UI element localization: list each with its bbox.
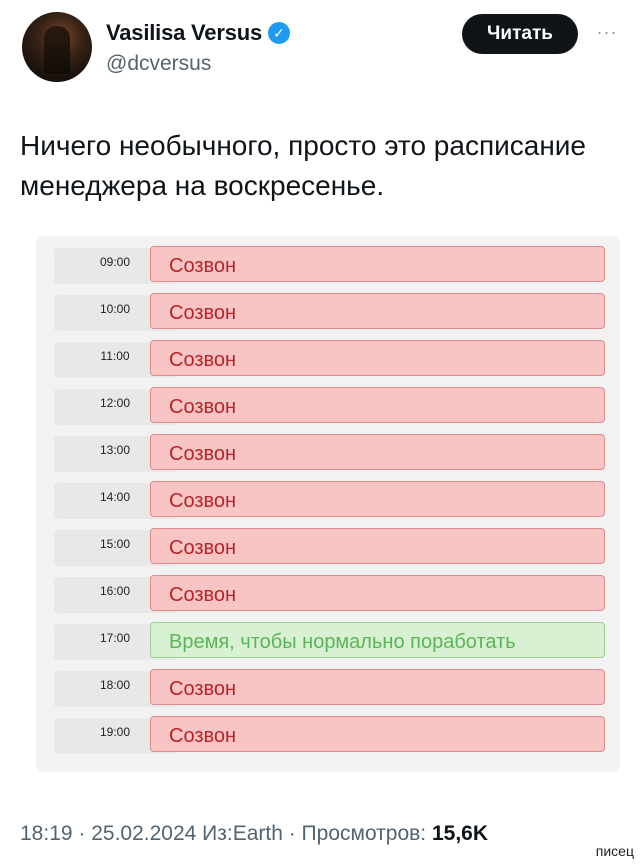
schedule-row: 17:00 Время, чтобы нормально поработать bbox=[36, 622, 620, 662]
schedule-row: 19:00 Созвон bbox=[36, 716, 620, 756]
call-event[interactable]: Созвон bbox=[150, 481, 605, 517]
call-event[interactable]: Созвон bbox=[150, 246, 605, 282]
schedule-row: 12:00 Созвон bbox=[36, 387, 620, 427]
call-event[interactable]: Созвон bbox=[150, 434, 605, 470]
call-event[interactable]: Созвон bbox=[150, 575, 605, 611]
author-name[interactable]: Vasilisa Versus bbox=[106, 20, 262, 46]
schedule-image[interactable]: 09:00 Созвон 10:00 Созвон 11:00 Созвон 12:00 Со… bbox=[36, 236, 620, 772]
work-time-event[interactable]: Время, чтобы нормально поработать bbox=[150, 622, 605, 658]
author-name-row: Vasilisa Versus ✓ bbox=[106, 20, 291, 46]
follow-button[interactable]: Читать bbox=[462, 14, 578, 54]
tweet-meta: 18:19 · 25.02.2024 Из:Earth · Просмотров… bbox=[20, 822, 488, 846]
verified-badge-icon: ✓ bbox=[268, 22, 291, 44]
tweet-meta-text[interactable]: 18:19 · 25.02.2024 Из:Earth · Просмотров… bbox=[20, 822, 426, 845]
watermark: писец bbox=[595, 843, 634, 859]
schedule-row: 16:00 Созвон bbox=[36, 575, 620, 615]
avatar-figure bbox=[44, 26, 70, 74]
avatar[interactable] bbox=[22, 12, 92, 82]
call-event[interactable]: Созвон bbox=[150, 387, 605, 423]
schedule-row: 14:00 Созвон bbox=[36, 481, 620, 521]
call-event[interactable]: Созвон bbox=[150, 340, 605, 376]
schedule-row: 15:00 Созвон bbox=[36, 528, 620, 568]
view-count: 15,6K bbox=[431, 822, 489, 845]
schedule-row: 11:00 Созвон bbox=[36, 340, 620, 380]
schedule-row: 18:00 Созвон bbox=[36, 669, 620, 709]
call-event[interactable]: Созвон bbox=[150, 669, 605, 705]
schedule-row: 10:00 Созвон bbox=[36, 293, 620, 333]
call-event[interactable]: Созвон bbox=[150, 528, 605, 564]
tweet-text: Ничего необычного, просто это расписание… bbox=[20, 130, 586, 201]
schedule-row: 13:00 Созвон bbox=[36, 434, 620, 474]
schedule-row: 09:00 Созвон bbox=[36, 246, 620, 286]
tweet-header: Vasilisa Versus ✓ @dcversus Читать ··· bbox=[0, 0, 640, 100]
author-handle[interactable]: @dcversus bbox=[106, 52, 211, 76]
call-event[interactable]: Созвон bbox=[150, 293, 605, 329]
more-options-icon[interactable]: ··· bbox=[594, 22, 620, 42]
call-event[interactable]: Созвон bbox=[150, 716, 605, 752]
